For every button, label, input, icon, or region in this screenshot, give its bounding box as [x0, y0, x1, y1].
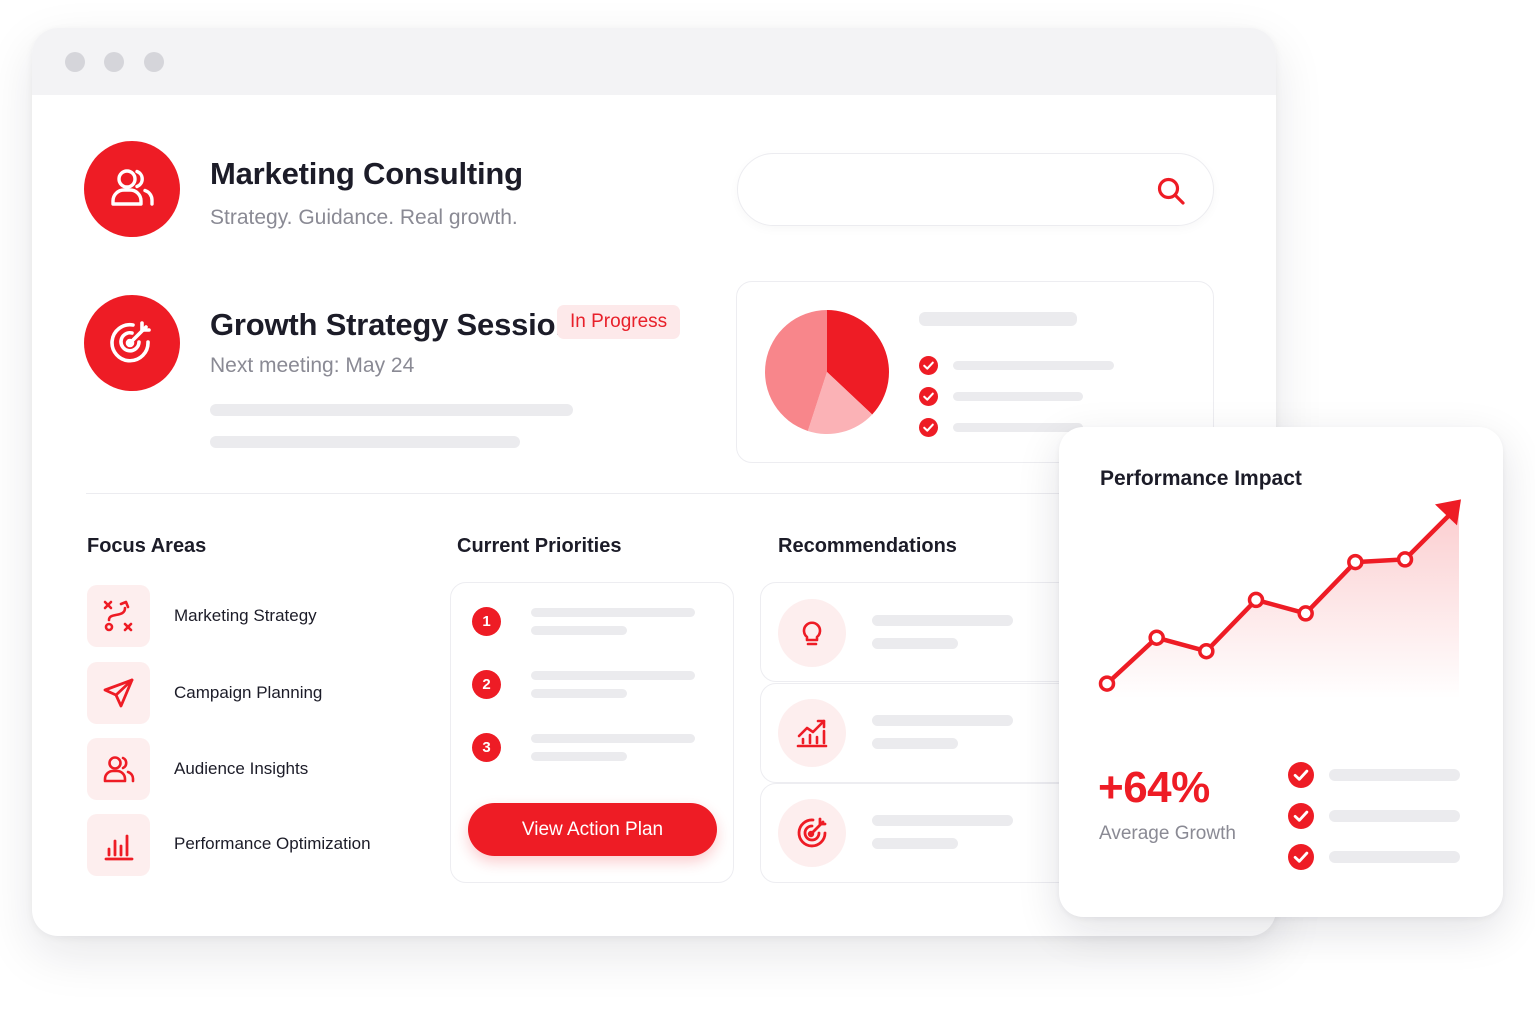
chart-point: [1396, 551, 1414, 568]
focus-item-label: Campaign Planning: [174, 683, 323, 702]
window-maximize-button[interactable]: [144, 52, 164, 72]
check-icon: [1288, 803, 1314, 834]
placeholder-line: [1329, 851, 1460, 863]
chart-point: [1297, 605, 1314, 622]
placeholder-line: [872, 738, 958, 749]
lightbulb-icon: [778, 599, 846, 667]
strategy-icon: [87, 585, 150, 647]
chart-point: [1347, 553, 1364, 571]
placeholder-line: [872, 715, 1013, 726]
recommendations-heading: Recommendations: [778, 535, 957, 557]
placeholder-line: [872, 815, 1013, 826]
check-icon: [919, 356, 938, 380]
performance-card: Performance Impact +64% Average Growth: [1059, 427, 1503, 917]
check-icon: [919, 418, 938, 442]
window-minimize-button[interactable]: [104, 52, 124, 72]
audience-icon: [87, 738, 150, 800]
search-icon[interactable]: [1155, 175, 1187, 212]
growth-label: Average Growth: [1099, 823, 1236, 844]
pie-chart: [765, 310, 889, 434]
priorities-heading: Current Priorities: [457, 535, 622, 557]
priority-number: 3: [472, 733, 501, 762]
chart-point: [1148, 629, 1165, 646]
placeholder-line: [531, 752, 627, 761]
window-titlebar: [32, 28, 1276, 95]
performance-line-chart: [1098, 499, 1461, 699]
check-icon: [919, 387, 938, 411]
priority-number: 1: [472, 607, 501, 636]
placeholder-line: [210, 404, 573, 416]
trend-up-icon: [778, 699, 846, 767]
placeholder-line: [919, 312, 1077, 326]
placeholder-line: [531, 626, 627, 635]
target-icon: [778, 799, 846, 867]
target-icon: [84, 295, 180, 391]
chart-area-fill: [1107, 505, 1459, 699]
next-meeting: Next meeting: May 24: [210, 354, 415, 377]
placeholder-line: [1329, 810, 1460, 822]
focus-item-label: Performance Optimization: [174, 834, 371, 853]
placeholder-line: [531, 608, 695, 617]
session-title: Growth Strategy Session: [210, 307, 575, 342]
users-icon: [84, 141, 180, 237]
page-subtitle: Strategy. Guidance. Real growth.: [210, 206, 518, 229]
priority-number: 2: [472, 670, 501, 699]
chart-point: [1098, 675, 1116, 692]
placeholder-line: [1329, 769, 1460, 781]
chart-point: [1198, 642, 1215, 660]
placeholder-line: [210, 436, 520, 448]
placeholder-line: [531, 671, 695, 680]
bar-chart-icon: [87, 814, 150, 876]
placeholder-line: [872, 638, 958, 649]
placeholder-line: [531, 734, 695, 743]
placeholder-line: [531, 689, 627, 698]
page-title: Marketing Consulting: [210, 156, 523, 191]
placeholder-line: [953, 361, 1114, 370]
section-divider: [86, 493, 1086, 494]
chart-point: [1247, 591, 1265, 609]
focus-item-label: Marketing Strategy: [174, 606, 317, 625]
placeholder-line: [872, 838, 958, 849]
search-input[interactable]: [766, 174, 1126, 206]
placeholder-line: [953, 392, 1083, 401]
focus-areas-heading: Focus Areas: [87, 535, 207, 557]
view-action-plan-button[interactable]: View Action Plan: [468, 803, 717, 856]
check-icon: [1288, 762, 1314, 793]
placeholder-line: [872, 615, 1013, 626]
paper-plane-icon: [87, 662, 150, 724]
focus-item-label: Audience Insights: [174, 759, 309, 778]
search-bar[interactable]: [737, 153, 1214, 226]
stage: Marketing Consulting Strategy. Guidance.…: [0, 0, 1535, 1024]
status-badge: In Progress: [557, 305, 681, 339]
check-icon: [1288, 844, 1314, 875]
window-close-button[interactable]: [65, 52, 85, 72]
growth-value: +64%: [1098, 763, 1210, 812]
